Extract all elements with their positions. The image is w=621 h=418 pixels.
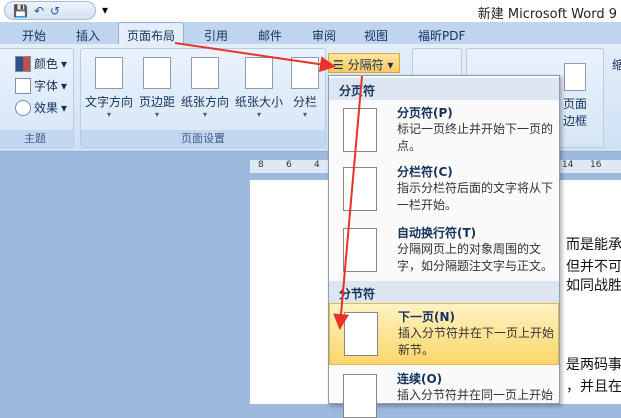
red-arrow — [333, 75, 363, 330]
red-arrow — [174, 42, 336, 73]
annotation-arrows — [174, 42, 363, 330]
